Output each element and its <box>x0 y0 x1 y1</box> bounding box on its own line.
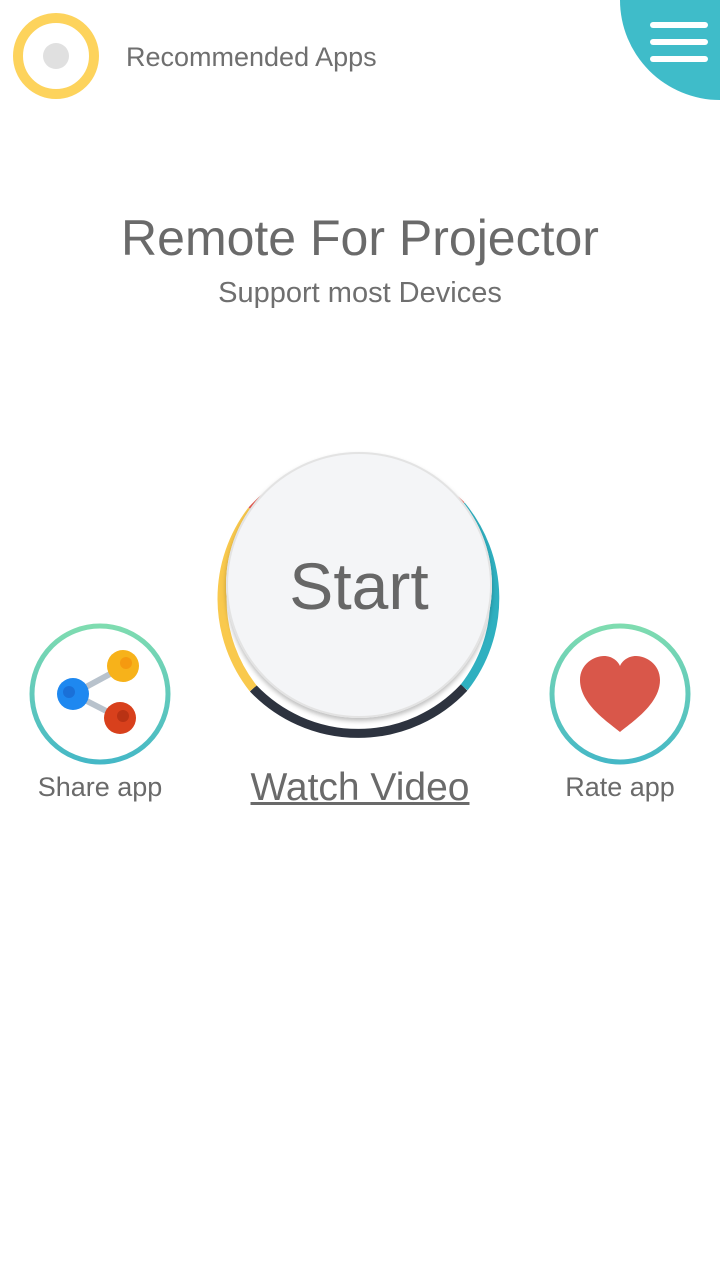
start-button[interactable]: Start <box>204 432 514 742</box>
watch-video-link[interactable]: Watch Video <box>200 764 520 812</box>
menu-button[interactable] <box>620 0 720 100</box>
recommended-apps-label[interactable]: Recommended Apps <box>126 40 377 74</box>
recommended-apps-icon[interactable] <box>12 12 100 100</box>
screen: Recommended Apps Remote For Projector Su… <box>0 0 720 1280</box>
heart-icon <box>549 623 691 765</box>
share-app-button[interactable] <box>28 622 172 766</box>
hamburger-menu-icon <box>620 0 720 100</box>
ring-icon <box>13 13 99 99</box>
rate-app-label[interactable]: Rate app <box>520 770 720 804</box>
app-title: Remote For Projector <box>121 210 599 266</box>
share-app-label[interactable]: Share app <box>0 770 200 804</box>
rate-app-button[interactable] <box>548 622 692 766</box>
start-label: Start <box>289 549 429 623</box>
share-icon <box>29 623 171 765</box>
app-subtitle: Support most Devices <box>218 277 502 309</box>
